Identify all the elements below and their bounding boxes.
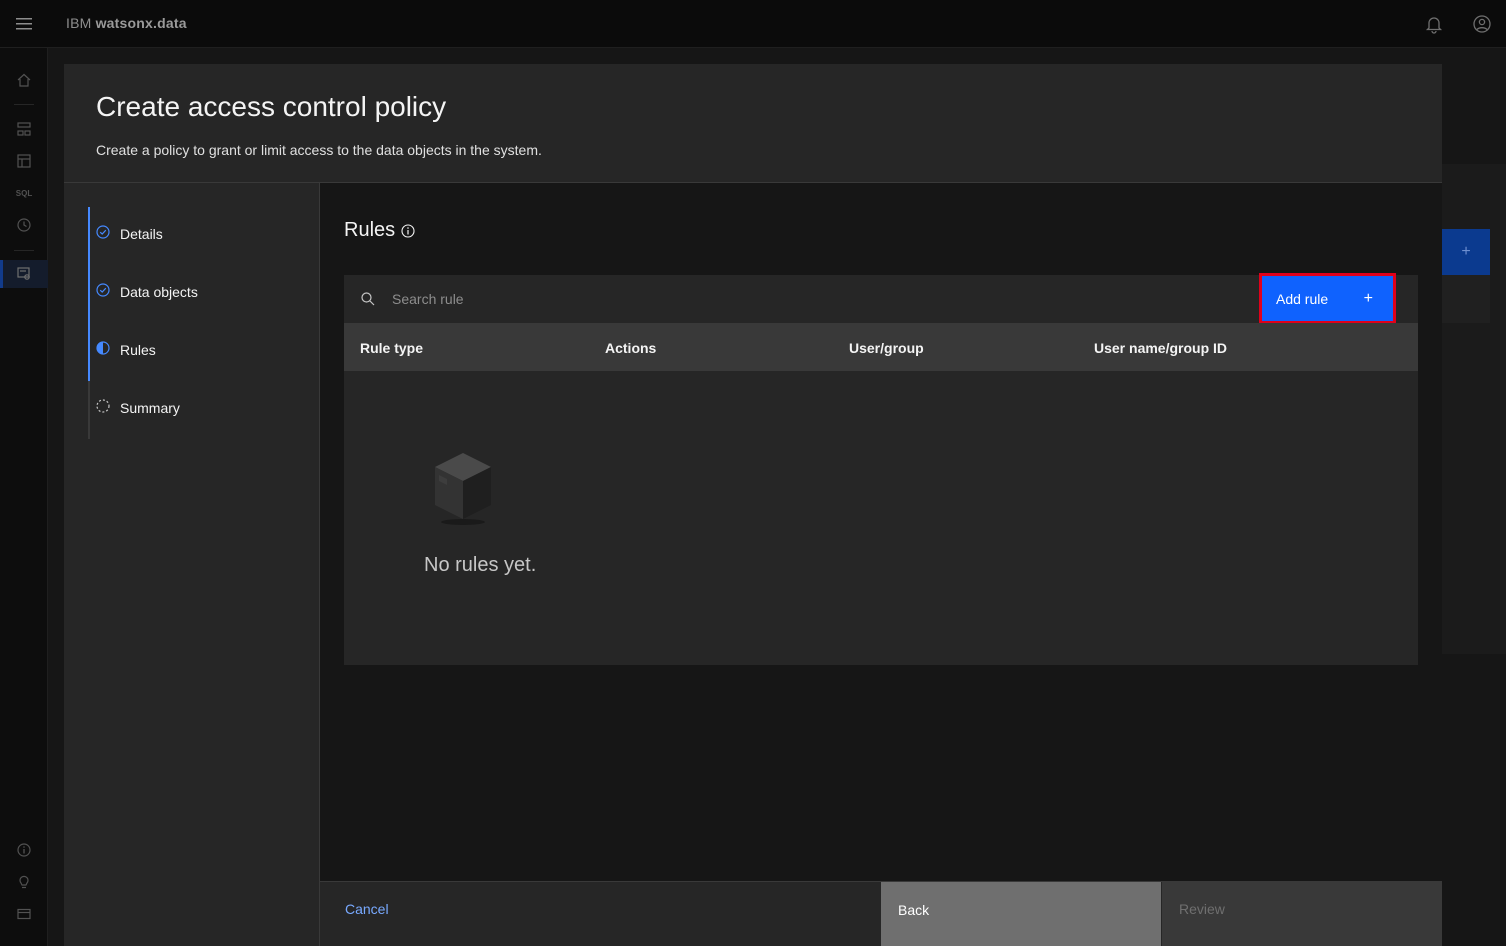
top-header: IBM watsonx.data — [0, 0, 1506, 48]
step-summary[interactable]: Summary — [88, 381, 308, 439]
data-manager-icon[interactable] — [14, 151, 34, 171]
column-header-user-group: User/group — [849, 340, 924, 356]
step-line — [88, 207, 90, 265]
checkmark-outline-icon — [96, 225, 110, 239]
app-brand[interactable]: IBM watsonx.data — [66, 15, 187, 31]
brand-prefix: IBM — [66, 15, 92, 31]
back-button[interactable]: Back — [881, 882, 1161, 946]
access-control-icon[interactable] — [14, 264, 34, 284]
history-icon[interactable] — [14, 215, 34, 235]
half-circle-icon — [96, 341, 110, 355]
rules-heading: Rules — [344, 219, 415, 242]
column-header-actions: Actions — [605, 340, 657, 356]
ticket-icon[interactable] — [14, 904, 34, 924]
step-details[interactable]: Details — [88, 207, 308, 265]
progress-indicator: Details Data objects Rules Summary — [64, 183, 320, 946]
rules-title: Rules — [344, 219, 396, 241]
step-label: Details — [120, 226, 163, 242]
step-rules[interactable]: Rules — [88, 323, 308, 381]
search-rule-input[interactable] — [376, 275, 1276, 323]
step-line — [88, 381, 90, 439]
hamburger-menu-icon[interactable] — [14, 14, 34, 34]
background-add-button: + — [1442, 229, 1490, 275]
empty-box-icon — [435, 453, 491, 525]
add-icon: + — [1363, 289, 1373, 307]
rail-divider — [14, 250, 34, 251]
column-header-rule-type: Rule type — [360, 340, 424, 356]
active-nav-indicator — [0, 260, 3, 288]
checkmark-outline-icon — [96, 283, 110, 297]
rail-divider — [14, 104, 34, 105]
modal-title: Create access control policy — [96, 91, 447, 122]
modal-description: Create a policy to grant or limit access… — [96, 142, 542, 158]
rules-content: Rules Add rule + Rule type Actions User/… — [320, 183, 1442, 882]
add-rule-button[interactable]: Add rule + — [1262, 276, 1393, 321]
home-icon[interactable] — [14, 70, 34, 90]
table-toolbar — [344, 275, 1418, 323]
step-label: Summary — [120, 400, 180, 416]
modal-footer: Cancel Back Review — [320, 881, 1442, 946]
add-rule-label: Add rule — [1276, 290, 1329, 307]
notification-bell-icon[interactable] — [1424, 14, 1444, 34]
infrastructure-icon[interactable] — [14, 119, 34, 139]
review-button[interactable]: Review — [1161, 882, 1442, 946]
user-profile-icon[interactable] — [1472, 14, 1492, 34]
sql-icon[interactable]: SQL — [14, 183, 34, 203]
empty-state-text: No rules yet. — [424, 554, 537, 576]
step-data-objects[interactable]: Data objects — [88, 265, 308, 323]
lightbulb-icon[interactable] — [14, 872, 34, 892]
step-line — [88, 265, 90, 323]
modal-header: Create access control policy Create a po… — [64, 64, 1442, 183]
background-table-row — [1442, 275, 1490, 323]
dashed-circle-icon — [96, 399, 110, 413]
left-nav-rail: SQL — [0, 48, 48, 946]
info-icon[interactable] — [14, 840, 34, 860]
cancel-button[interactable]: Cancel — [320, 882, 881, 946]
information-icon[interactable] — [401, 223, 415, 238]
table-body-empty-state: No rules yet. — [344, 371, 1418, 665]
step-line — [88, 323, 90, 381]
step-label: Rules — [120, 342, 156, 358]
search-icon — [361, 292, 375, 306]
table-header: Rule type Actions User/group User name/g… — [344, 323, 1418, 371]
create-policy-modal: Create access control policy Create a po… — [64, 64, 1442, 946]
step-label: Data objects — [120, 284, 198, 300]
column-header-user-name-group-id: User name/group ID — [1094, 340, 1228, 356]
brand-name: watsonx.data — [95, 15, 187, 31]
